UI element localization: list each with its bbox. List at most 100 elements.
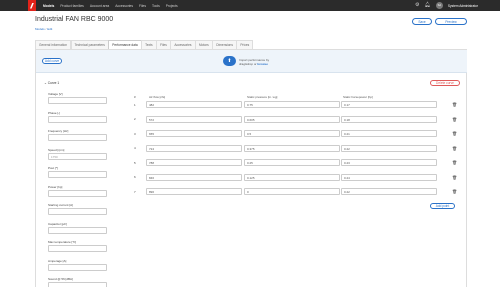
- pressure-input[interactable]: 0.605: [244, 115, 340, 123]
- field-label: Amperage [A]: [48, 258, 67, 263]
- top-navbar: Models Product families Account area Acc…: [0, 0, 500, 11]
- nav-models[interactable]: Models: [43, 4, 54, 8]
- horsepower-input[interactable]: 0.24: [341, 173, 437, 181]
- field-label: Pout [*]: [48, 166, 58, 170]
- user-name[interactable]: System Administrator: [448, 4, 478, 8]
- field-label: Voltage [V]: [48, 92, 63, 96]
- airflow-input[interactable]: 572: [146, 115, 242, 123]
- field-label: Frequency [Hz]: [48, 129, 69, 133]
- field-label: Power [hp]: [48, 184, 63, 189]
- field-input[interactable]: [48, 282, 107, 287]
- trash-icon[interactable]: 🗑︎: [452, 189, 457, 194]
- tab-texts[interactable]: Texts: [141, 40, 157, 49]
- horsepower-input[interactable]: 0.22: [341, 188, 437, 195]
- nav-tools[interactable]: Tools: [152, 4, 160, 8]
- row-index: 1: [134, 102, 136, 107]
- col-header-airflow: Air flow [cfs]: [149, 95, 166, 99]
- nav-accessories[interactable]: Accessories: [115, 4, 133, 8]
- field-input[interactable]: [48, 226, 107, 234]
- performance-panel: Add curve ⬆ Import performance by drag&d…: [35, 49, 467, 287]
- field-input[interactable]: [48, 97, 107, 104]
- trash-icon[interactable]: 🗑︎: [452, 175, 457, 180]
- import-line2: drag&drop or: [239, 62, 258, 66]
- horsepower-input[interactable]: 0.21: [341, 130, 437, 137]
- breadcrumb-models[interactable]: Models: [35, 27, 45, 31]
- trash-icon[interactable]: 🗑︎: [452, 131, 457, 136]
- airflow-input[interactable]: 788: [146, 159, 242, 166]
- avatar[interactable]: SA: [435, 2, 443, 9]
- browse-link[interactable]: browse: [257, 62, 268, 66]
- pressure-input[interactable]: 0: [244, 188, 340, 195]
- tab-accessories[interactable]: Accessories: [170, 40, 196, 49]
- trash-icon[interactable]: 🗑︎: [452, 102, 457, 107]
- col-header-index: #: [134, 95, 136, 99]
- pressure-input[interactable]: 0.75: [244, 101, 340, 108]
- row-index: 3: [134, 131, 136, 136]
- import-dropzone-text[interactable]: Import performance by drag&drop or brows…: [239, 58, 269, 66]
- nav-user-area: ⚙ 🔔︎ SA System Administrator: [415, 0, 478, 11]
- delete-curve-button[interactable]: Delete curve: [430, 80, 460, 86]
- tab-general-information[interactable]: General information: [35, 40, 71, 49]
- cloud-upload-icon[interactable]: ⬆: [223, 56, 236, 66]
- field-label: Speed [rpm]: [48, 147, 65, 152]
- field-input[interactable]: [48, 208, 107, 215]
- nav-projects[interactable]: Projects: [166, 4, 178, 8]
- row-index: 7: [134, 189, 136, 194]
- pressure-input[interactable]: 0.375: [244, 144, 340, 152]
- row-index: 4: [134, 146, 136, 150]
- tab-files[interactable]: Files: [156, 40, 171, 49]
- field-input[interactable]: [48, 171, 107, 178]
- horsepower-input[interactable]: 0.18: [341, 115, 437, 123]
- field-input[interactable]: [48, 115, 107, 123]
- row-index: 5: [134, 160, 136, 165]
- airflow-input[interactable]: 846: [146, 173, 242, 181]
- trash-icon[interactable]: 🗑︎: [452, 146, 457, 151]
- col-header-pressure: Static pressure [in. wg]: [247, 95, 278, 99]
- pressure-input[interactable]: 0.125: [244, 173, 340, 181]
- add-point-button[interactable]: Add point: [430, 203, 455, 209]
- horsepower-input[interactable]: 0.17: [341, 101, 437, 108]
- tab-technical-parameters[interactable]: Technical parameters: [70, 40, 109, 49]
- curve-title-text: Curve 1: [47, 81, 60, 85]
- trash-icon[interactable]: 🗑︎: [452, 117, 457, 122]
- tab-prices[interactable]: Prices: [236, 40, 254, 49]
- field-input[interactable]: [48, 134, 107, 141]
- preview-button[interactable]: Preview: [435, 18, 467, 25]
- pressure-input[interactable]: 0.5: [244, 130, 340, 137]
- bell-icon[interactable]: 🔔︎: [425, 0, 431, 11]
- pressure-input[interactable]: 0.25: [244, 159, 340, 166]
- field-label: Sound @ 5ft [dBA]: [48, 277, 73, 281]
- horsepower-input[interactable]: 0.23: [341, 159, 437, 166]
- airflow-input[interactable]: 655: [146, 130, 242, 137]
- breadcrumb-edit[interactable]: Edit: [47, 27, 52, 31]
- field-label: Starting current [A]: [48, 203, 74, 207]
- col-header-horsepower: Static horsepower [hp]: [343, 95, 373, 99]
- tab-performance-data[interactable]: Performance data: [108, 40, 142, 49]
- gear-icon[interactable]: ⚙: [415, 0, 419, 11]
- field-input[interactable]: 1750: [48, 152, 107, 160]
- brand-logo[interactable]: [28, 0, 36, 11]
- airflow-input[interactable]: 724: [146, 144, 242, 152]
- nav-account-area[interactable]: Account area: [90, 4, 109, 8]
- trash-icon[interactable]: 🗑︎: [452, 160, 457, 165]
- field-label: Phase [-]: [48, 110, 61, 115]
- save-button[interactable]: Save: [412, 18, 432, 25]
- tab-motors[interactable]: Motors: [195, 40, 213, 49]
- row-index: 2: [134, 117, 136, 121]
- nav-product-families[interactable]: Product families: [60, 4, 83, 8]
- page-title: Industrial FAN RBC 9000: [35, 16, 114, 23]
- add-curve-button[interactable]: Add curve: [42, 58, 62, 64]
- tab-bar: General information Technical parameters…: [35, 40, 254, 49]
- field-input[interactable]: [48, 189, 107, 197]
- horsepower-input[interactable]: 0.22: [341, 144, 437, 152]
- nav-files[interactable]: Files: [139, 4, 146, 8]
- airflow-input[interactable]: 482: [146, 101, 242, 108]
- airflow-input[interactable]: 896: [146, 188, 242, 195]
- tab-dimensions[interactable]: Dimensions: [212, 40, 237, 49]
- field-input[interactable]: [48, 263, 107, 271]
- field-label: Max temperature [°F]: [48, 240, 77, 244]
- row-index: 6: [134, 175, 136, 179]
- curve-title: ⌄ Curve 1: [44, 81, 60, 85]
- import-bar: Add curve ⬆ Import performance by drag&d…: [36, 50, 467, 73]
- field-input[interactable]: [48, 245, 107, 252]
